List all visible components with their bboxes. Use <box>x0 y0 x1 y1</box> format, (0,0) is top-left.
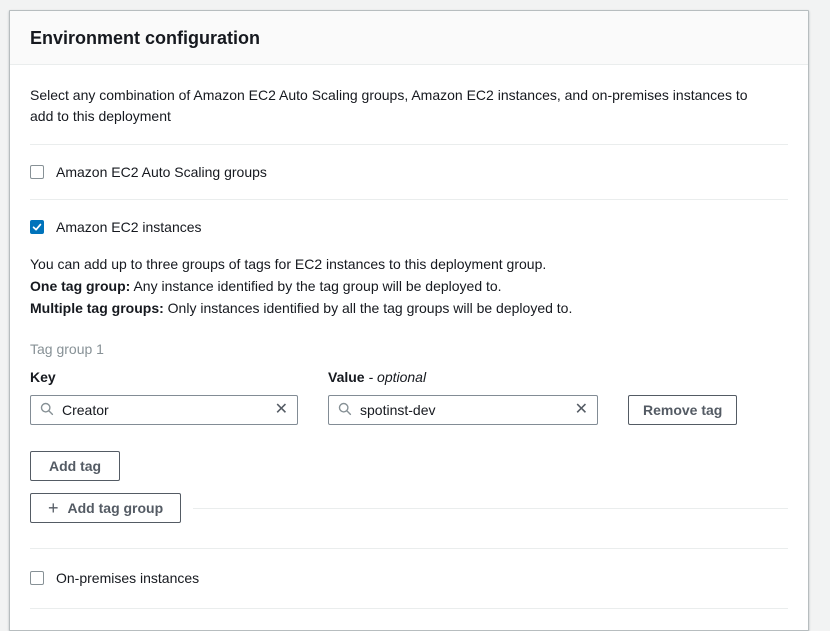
card-body: Select any combination of Amazon EC2 Aut… <box>10 85 808 630</box>
section-description: Select any combination of Amazon EC2 Aut… <box>30 85 765 127</box>
help-line-2-rest: Any instance identified by the tag group… <box>130 278 501 294</box>
plus-icon: + <box>48 499 59 517</box>
value-field-container: ✕ <box>328 395 598 425</box>
check-icon <box>31 221 43 233</box>
value-label-text: Value <box>328 369 365 385</box>
divider <box>30 608 788 609</box>
search-icon <box>338 402 360 419</box>
add-tag-group-label: Add tag group <box>68 494 164 522</box>
auto-scaling-groups-checkbox[interactable] <box>30 165 44 179</box>
tag-group-title: Tag group 1 <box>30 339 788 359</box>
checkbox-row-ec2-instances[interactable]: Amazon EC2 instances <box>30 200 788 237</box>
auto-scaling-groups-label: Amazon EC2 Auto Scaling groups <box>56 162 267 182</box>
card-header: Environment configuration <box>10 11 808 65</box>
help-line-1: You can add up to three groups of tags f… <box>30 253 788 275</box>
ec2-instances-checkbox[interactable] <box>30 220 44 234</box>
add-tag-group-button[interactable]: + Add tag group <box>30 493 181 523</box>
ec2-tags-help-text: You can add up to three groups of tags f… <box>30 253 788 319</box>
key-field-container: ✕ <box>30 395 298 425</box>
help-line-2-bold: One tag group: <box>30 278 130 294</box>
value-optional-tag: - optional <box>368 369 426 385</box>
tag-fields-row: ✕ ✕ Remove tag <box>30 395 788 425</box>
environment-configuration-card: Environment configuration Select any com… <box>9 10 809 631</box>
page-title: Environment configuration <box>30 26 788 50</box>
clear-value-icon[interactable]: ✕ <box>575 402 588 418</box>
clear-key-icon[interactable]: ✕ <box>275 402 288 418</box>
key-label: Key <box>30 369 56 385</box>
search-icon <box>40 402 62 419</box>
help-line-3: Multiple tag groups: Only instances iden… <box>30 297 788 319</box>
add-tag-button[interactable]: Add tag <box>30 451 120 481</box>
help-line-2: One tag group: Any instance identified b… <box>30 275 788 297</box>
checkbox-row-auto-scaling-groups[interactable]: Amazon EC2 Auto Scaling groups <box>30 145 788 199</box>
on-premises-checkbox[interactable] <box>30 571 44 585</box>
on-premises-label: On-premises instances <box>56 568 199 588</box>
help-line-3-rest: Only instances identified by all the tag… <box>164 300 573 316</box>
value-label: Value - optional <box>328 369 426 385</box>
value-input[interactable] <box>360 402 569 418</box>
help-line-3-bold: Multiple tag groups: <box>30 300 164 316</box>
ec2-instances-label: Amazon EC2 instances <box>56 217 202 237</box>
remove-tag-button[interactable]: Remove tag <box>628 395 737 425</box>
add-tag-group-row: + Add tag group <box>30 493 788 523</box>
key-input[interactable] <box>62 402 269 418</box>
checkbox-row-on-premises[interactable]: On-premises instances <box>30 549 788 608</box>
divider <box>193 508 788 509</box>
field-labels-row: Key Value - optional <box>30 367 788 387</box>
